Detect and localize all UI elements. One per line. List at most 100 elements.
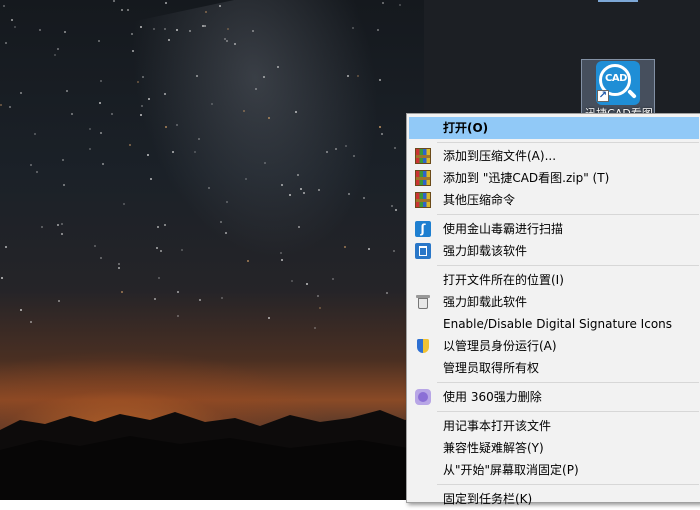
star <box>298 226 300 228</box>
star <box>64 31 66 33</box>
star <box>391 205 393 207</box>
star <box>289 194 291 196</box>
menu-item-label: 其他压缩命令 <box>443 193 516 207</box>
star <box>303 192 305 194</box>
menu-item-label: 打开(O) <box>443 121 489 135</box>
menu-item-add-to-archive[interactable]: 添加到压缩文件(A)... <box>409 145 699 167</box>
star <box>176 124 178 126</box>
star <box>156 247 158 249</box>
winrar-icon <box>415 170 431 186</box>
star <box>164 28 166 30</box>
star <box>57 224 59 226</box>
desktop-shortcut-cad-viewer[interactable]: CAD ↗ 迅捷CAD看图 <box>581 59 655 120</box>
menu-item-label: 使用 360强力删除 <box>443 390 542 404</box>
cad-logo-text: CAD <box>605 73 627 84</box>
star <box>326 151 328 153</box>
star <box>129 144 131 146</box>
star <box>61 233 63 235</box>
menu-item-label: Enable/Disable Digital Signature Icons <box>443 317 673 331</box>
star <box>98 40 100 42</box>
star <box>395 209 397 211</box>
star <box>243 110 245 112</box>
star <box>61 223 63 225</box>
dark-panel <box>424 0 700 116</box>
star <box>89 128 91 130</box>
star <box>345 145 347 147</box>
menu-item-take-ownership[interactable]: 管理员取得所有权 <box>409 357 699 379</box>
menu-item-other-compress[interactable]: 其他压缩命令 <box>409 189 699 211</box>
star <box>318 189 320 191</box>
star <box>194 151 196 153</box>
star <box>219 5 221 7</box>
star <box>39 29 41 31</box>
star <box>368 248 370 250</box>
star <box>255 88 257 90</box>
star <box>157 226 159 228</box>
star <box>353 155 355 157</box>
menu-item-360-delete[interactable]: 使用 360强力删除 <box>409 386 699 408</box>
star <box>177 291 179 293</box>
star <box>0 104 2 106</box>
star <box>220 221 222 223</box>
star <box>226 40 228 42</box>
star <box>137 81 139 83</box>
star <box>5 42 7 44</box>
star <box>399 4 401 6</box>
partial-window-edge <box>598 0 638 2</box>
star <box>62 159 64 161</box>
star <box>164 93 166 95</box>
winrar-icon <box>415 148 431 164</box>
winrar-icon <box>415 192 431 208</box>
menu-item-run-as-admin[interactable]: 以管理员身份运行(A) <box>409 335 699 357</box>
menu-item-open-file-location[interactable]: 打开文件所在的位置(I) <box>409 269 699 291</box>
star <box>189 30 191 32</box>
star <box>227 28 229 30</box>
uninstall-icon <box>415 243 431 259</box>
star <box>300 188 302 190</box>
menu-item-digital-signature-icons[interactable]: Enable/Disable Digital Signature Icons <box>409 313 699 335</box>
star <box>211 103 213 105</box>
star <box>314 327 316 329</box>
star <box>160 250 162 252</box>
menu-item-open[interactable]: 打开(O) <box>409 117 699 139</box>
menu-item-unpin-from-start[interactable]: 从"开始"屏幕取消固定(P) <box>409 459 699 481</box>
menu-item-pin-to-taskbar[interactable]: 固定到任务栏(K) <box>409 488 699 510</box>
star <box>347 75 349 77</box>
star <box>36 171 38 173</box>
star <box>118 263 120 265</box>
menu-item-label: 强力卸载该软件 <box>443 244 528 258</box>
menu-item-add-to-zip[interactable]: 添加到 "迅捷CAD看图.zip" (T) <box>409 167 699 189</box>
star <box>268 317 270 319</box>
menu-item-open-with-notepad[interactable]: 用记事本打开该文件 <box>409 415 699 437</box>
star <box>177 315 179 317</box>
star <box>58 300 60 302</box>
star <box>348 193 350 195</box>
star <box>5 246 7 248</box>
menu-item-force-uninstall-this[interactable]: 强力卸载此软件 <box>409 291 699 313</box>
star <box>100 132 102 134</box>
star <box>199 299 201 301</box>
menu-item-label: 添加到压缩文件(A)... <box>443 149 557 163</box>
star <box>277 66 279 68</box>
star <box>252 30 254 32</box>
star <box>234 43 236 45</box>
menu-separator <box>437 484 699 485</box>
star <box>140 26 142 28</box>
star <box>165 2 167 4</box>
menu-item-kingsoft-scan[interactable]: ʃ 使用金山毒霸进行扫描 <box>409 218 699 240</box>
star <box>168 39 170 41</box>
star <box>379 126 381 128</box>
star <box>208 187 210 189</box>
star <box>221 297 223 299</box>
menu-item-label: 以管理员身份运行(A) <box>443 339 557 353</box>
star <box>20 92 22 94</box>
menu-item-troubleshoot-compatibility[interactable]: 兼容性疑难解答(Y) <box>409 437 699 459</box>
star <box>140 114 142 116</box>
star <box>9 106 11 108</box>
menu-item-label: 固定到任务栏(K) <box>443 492 533 506</box>
star <box>352 27 354 29</box>
star <box>319 307 321 309</box>
menu-item-force-uninstall[interactable]: 强力卸载该软件 <box>409 240 699 262</box>
star <box>332 278 334 280</box>
star <box>377 29 379 31</box>
